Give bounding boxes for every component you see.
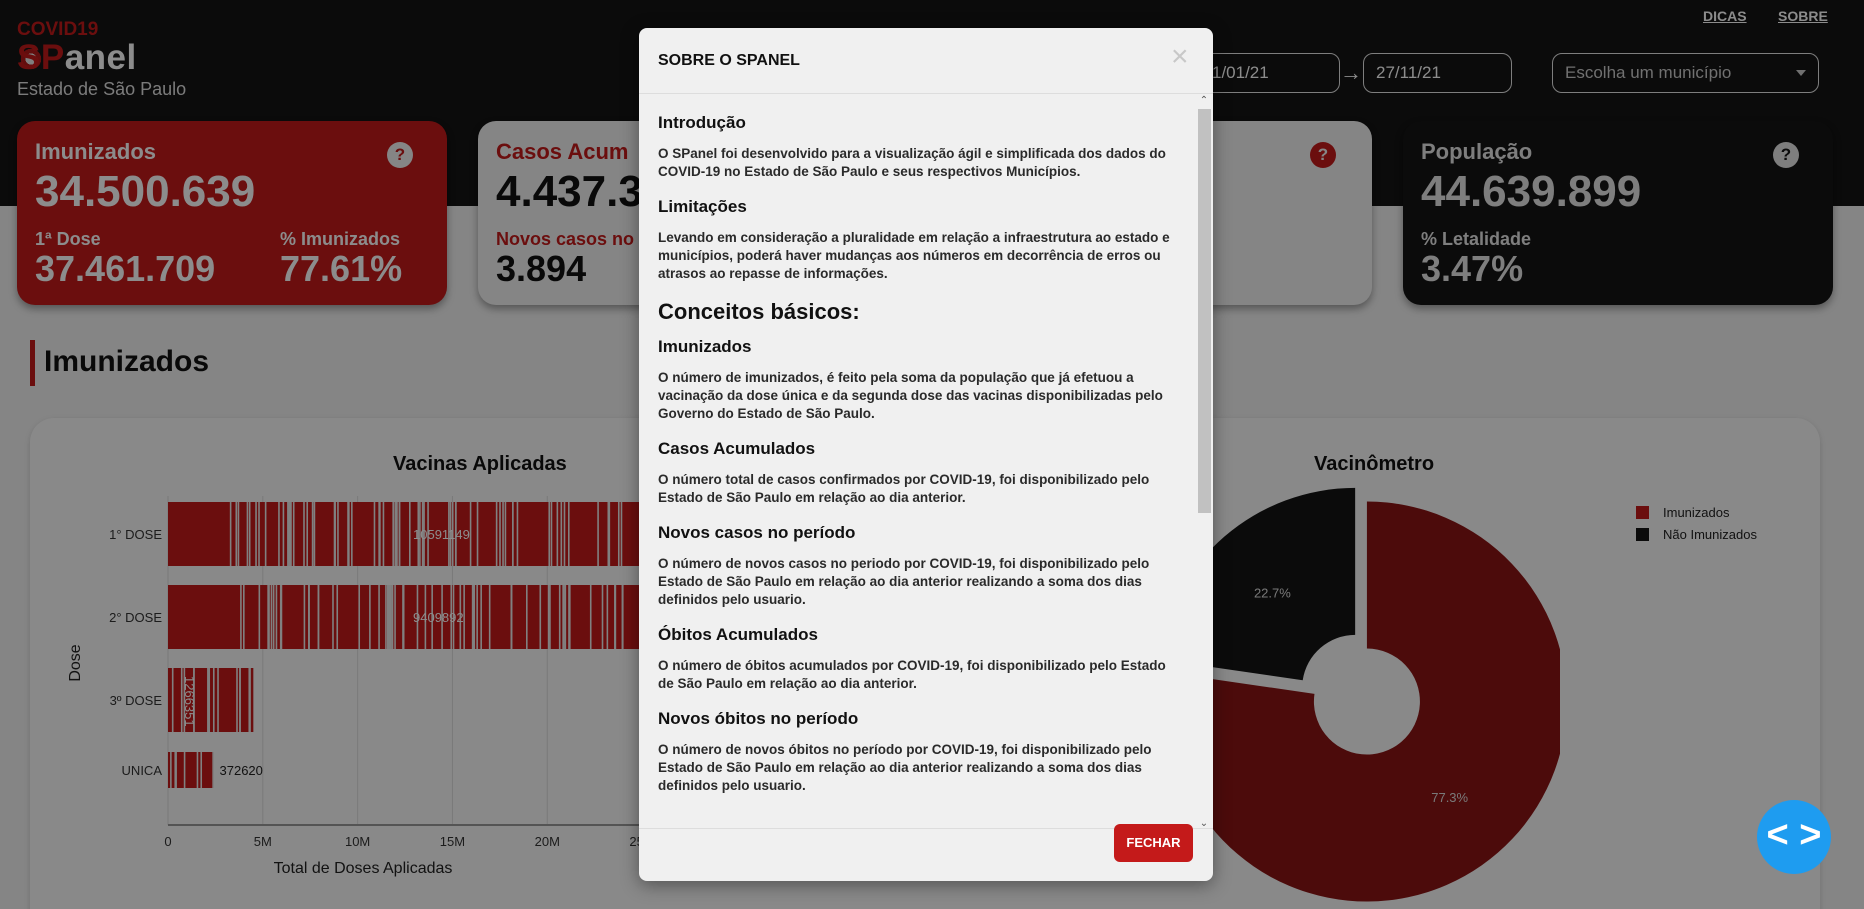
modal-heading: Óbitos Acumulados [658, 625, 818, 644]
modal-heading: Conceitos básicos: [658, 299, 860, 324]
about-modal: SOBRE O SPANEL × Introdução O SPanel foi … [639, 28, 1213, 881]
scroll-up-icon[interactable]: ⌃ [1198, 95, 1210, 106]
scroll-thumb[interactable] [1198, 109, 1211, 513]
close-icon[interactable]: × [1171, 42, 1189, 72]
modal-paragraph: O número de novos casos no periodo por C… [658, 556, 1150, 607]
close-button[interactable]: FECHAR [1114, 824, 1193, 862]
modal-paragraph: O SPanel foi desenvolvido para a visuali… [658, 146, 1166, 179]
modal-paragraph: O número total de casos confirmados por … [658, 472, 1150, 505]
modal-title: SOBRE O SPANEL [658, 52, 800, 69]
modal-paragraph: O número de óbitos acumulados por COVID-… [658, 658, 1166, 691]
modal-body[interactable]: Introdução O SPanel foi desenvolvido para… [639, 95, 1213, 829]
modal-paragraph: O número de novos óbitos no período por … [658, 742, 1152, 793]
modal-content: Introdução O SPanel foi desenvolvido para… [658, 113, 1178, 811]
modal-heading: Limitações [658, 197, 747, 216]
scroll-down-icon[interactable]: ⌄ [1198, 818, 1210, 828]
modal-heading: Introdução [658, 113, 746, 132]
modal-heading: Imunizados [658, 337, 752, 356]
modal-scrollbar[interactable]: ⌃ ⌄ [1195, 95, 1212, 828]
modal-heading: Novos óbitos no período [658, 709, 859, 728]
modal-paragraph: Levando em consideração a pluralidade em… [658, 230, 1170, 281]
code-toggle-button[interactable]: < > [1757, 800, 1831, 874]
modal-header: SOBRE O SPANEL × [639, 28, 1213, 94]
modal-heading: Casos Acumulados [658, 439, 816, 458]
modal-heading: Novos casos no período [658, 523, 856, 542]
modal-paragraph: O número de imunizados, é feito pela som… [658, 370, 1163, 421]
